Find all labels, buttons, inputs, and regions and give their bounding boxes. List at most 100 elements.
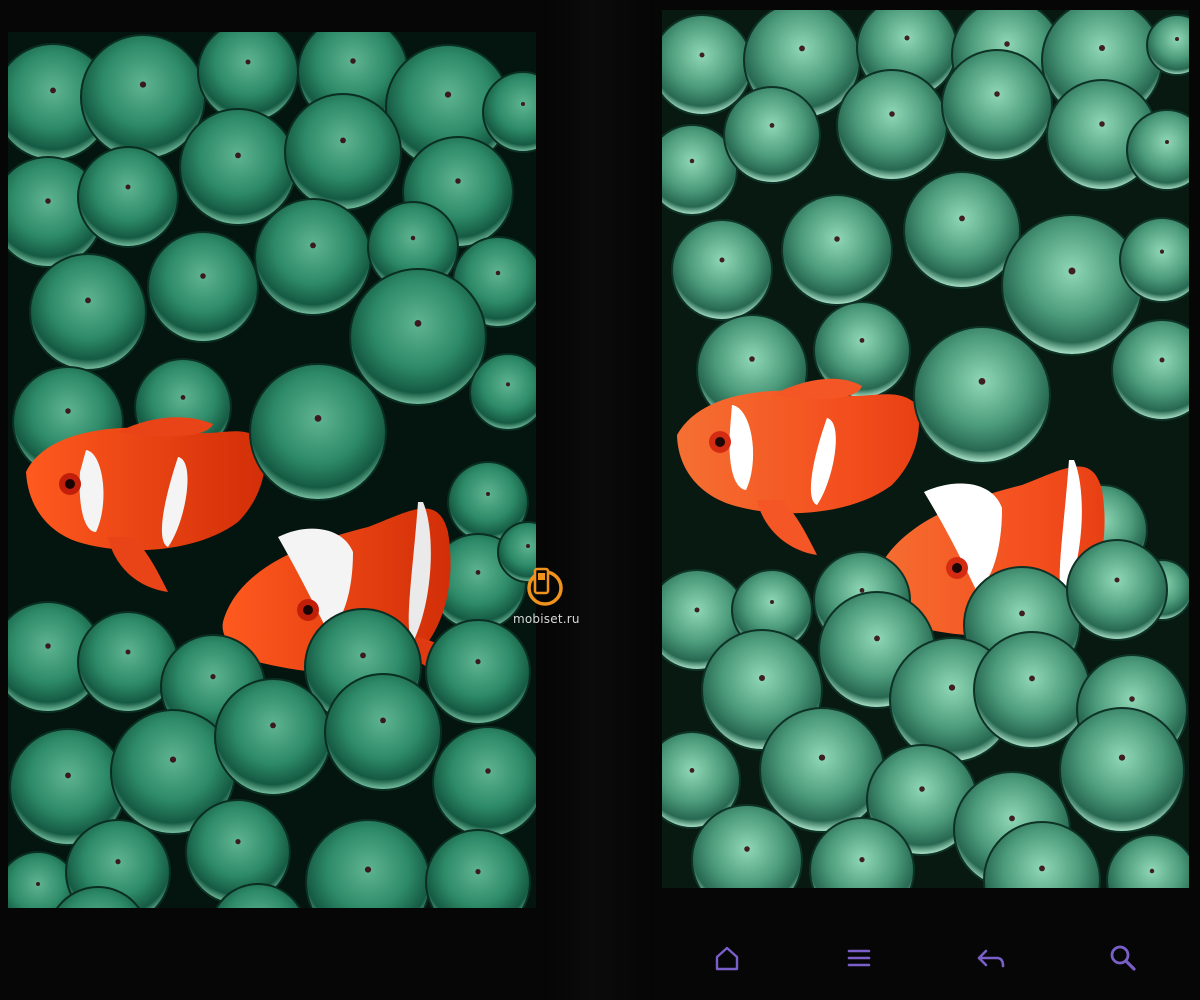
anemone-tip	[859, 857, 865, 863]
anemone-bulb	[836, 69, 948, 181]
anemone-tip	[65, 408, 71, 414]
right-wallpaper	[662, 10, 1189, 888]
anemone-tip	[1114, 577, 1120, 583]
anemone-tip	[364, 866, 372, 873]
back-icon	[977, 949, 1005, 968]
anemone-bulb	[249, 363, 387, 501]
mobiset-logo-icon	[527, 567, 563, 606]
anemone-tip	[834, 236, 840, 242]
anemone-tip	[380, 717, 386, 724]
anemone-tip	[699, 52, 705, 58]
anemone-tip	[1149, 868, 1155, 874]
anemone-bulb	[759, 707, 885, 833]
anemone-tip	[719, 257, 725, 263]
anemone-tip	[1068, 267, 1076, 275]
anemone-tip	[495, 270, 501, 276]
anemone-bulb	[781, 194, 893, 306]
anemone-bulb	[671, 219, 773, 321]
anemone-tip	[1029, 675, 1035, 682]
anemone-tip	[475, 659, 481, 665]
anemone-tip	[36, 882, 40, 886]
anemone-tip	[270, 722, 276, 729]
anemone-tip	[1175, 37, 1179, 41]
anemone-tip	[125, 184, 131, 190]
anemone-tip	[410, 235, 416, 241]
anemone-tip	[799, 45, 805, 52]
anemone-tip	[1009, 815, 1015, 822]
anemone-tip	[455, 178, 461, 184]
anemone-tip	[818, 754, 826, 761]
anemone-tip	[139, 81, 147, 88]
anemone-tip	[350, 58, 356, 64]
anemone-tip	[414, 320, 422, 327]
anemone-tip	[1159, 357, 1165, 363]
anemone-bulb	[179, 108, 297, 226]
anemone-bulb	[29, 253, 147, 371]
anemone-tip	[245, 59, 251, 65]
anemone-bulb	[913, 326, 1051, 464]
anemone-tip	[1019, 610, 1025, 617]
menu-button[interactable]	[842, 941, 876, 975]
anemone-tip	[200, 273, 206, 279]
anemone-tip	[859, 588, 865, 593]
anemone-tip	[526, 544, 530, 548]
anemone-bulb	[973, 631, 1091, 749]
anemone-tip	[874, 635, 880, 642]
anemone-bulb	[469, 353, 536, 431]
anemone-tip	[769, 123, 775, 128]
anemone-tip	[125, 649, 131, 655]
anemone-tip	[1039, 865, 1045, 872]
anemone-bulb	[214, 678, 332, 796]
anemone-tip	[904, 35, 910, 41]
anemone-tip	[45, 643, 51, 649]
anemone-tip	[506, 382, 510, 387]
anemone-bulb	[941, 49, 1053, 161]
anemone-tip	[180, 395, 186, 400]
anemone-tip	[210, 674, 216, 680]
back-button[interactable]	[974, 941, 1008, 975]
anemone-bulb	[432, 726, 536, 838]
left-wallpaper	[8, 32, 536, 908]
anemone-tip	[919, 786, 925, 792]
anemone-tip	[45, 198, 51, 204]
right-phone-screen	[662, 10, 1189, 888]
home-button[interactable]	[710, 941, 744, 975]
left-phone-screen	[8, 32, 536, 908]
anemone-tip	[859, 338, 865, 343]
anemone-tip	[360, 652, 366, 659]
anemone-tip	[50, 87, 56, 94]
anemone-tip	[485, 768, 491, 774]
watermark-text: mobiset.ru	[513, 612, 580, 626]
anemone-tip	[948, 684, 956, 691]
anemone-bulb	[723, 86, 821, 184]
anemone-tip	[1099, 45, 1105, 51]
photo-scene: mobiset.ru	[0, 0, 1200, 1000]
anemone-bulb	[284, 93, 402, 211]
anemone-bulb	[425, 619, 531, 725]
anemone-tip	[749, 356, 755, 362]
anemone-bulb	[1066, 539, 1168, 641]
anemone-tip	[959, 215, 965, 222]
search-icon	[1110, 945, 1136, 971]
anemone-bulb	[254, 198, 372, 316]
anemone-tip	[1118, 754, 1126, 761]
anemone-tip	[978, 378, 986, 385]
anemone-tip	[235, 152, 241, 159]
search-button[interactable]	[1106, 941, 1140, 975]
anemone-tip	[65, 772, 71, 779]
phone-bezel-gap	[544, 0, 654, 1000]
home-icon	[715, 946, 739, 971]
anemone-bulb	[77, 146, 179, 248]
anemone-tip	[1129, 696, 1135, 702]
anemone-bulb	[197, 32, 299, 123]
anemone-tip	[475, 869, 481, 875]
anemone-tip	[475, 570, 481, 575]
android-navigation-bar	[662, 925, 1189, 985]
anemone-tip	[689, 158, 695, 164]
anemone-tip	[340, 137, 346, 144]
anemone-tip	[694, 607, 700, 613]
anemone-tip	[759, 675, 765, 681]
anemone-bulb	[147, 231, 259, 343]
anemone-bulb	[1059, 707, 1185, 833]
menu-icon	[847, 949, 871, 967]
